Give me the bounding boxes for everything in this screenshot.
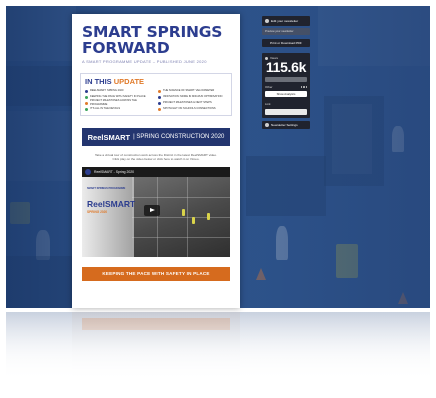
avatar (85, 168, 91, 175)
cta-button[interactable]: KEEPING THE PACE WITH SAFETY IN PLACE (82, 266, 230, 281)
views-count: 115.6k (265, 59, 307, 75)
show-analytics-button[interactable]: Show Analytics (265, 91, 307, 97)
more-icon[interactable] (300, 86, 307, 88)
banner-text: | SPRING CONSTRUCTION 2020 (133, 134, 225, 140)
toc-item-label: SPOTLIGHT ON SCHOOLS CONNECTIONS (163, 107, 216, 110)
newsletter-settings-label: Newsletter Settings (271, 123, 298, 127)
bullet-icon (158, 89, 161, 93)
video-sub: SPRING 2020 (87, 209, 108, 214)
bullet-icon (158, 101, 161, 105)
toc-item[interactable]: PROJECT MILESTONES & NEXT STEPS (158, 101, 227, 105)
toc-item-label: REELSMART: SPRING 2020 (90, 89, 124, 92)
newsletter-title-line1: SMART SPRINGS (82, 23, 223, 41)
link-label: Link (265, 102, 271, 106)
toc-item-label: INNOVATION: MORE IN MID-RUN OPTIMISATION (163, 95, 223, 98)
newsletter-subtitle: A SMART PROGRAMME UPDATE – PUBLISHED JUN… (82, 59, 207, 64)
toc-item[interactable]: THE SCIENCE OF SMART: VELOCIMETER (158, 89, 227, 93)
bullet-icon (85, 95, 88, 99)
video-header: ReelSMART - Spring 2020 (82, 166, 230, 177)
print-pdf-label: Print or Download PDF (270, 41, 302, 45)
preview-newsletter-label: Preview your newsletter (265, 30, 294, 33)
stats-box: Views 115.6k Other Show Analytics Link (262, 53, 310, 118)
toc-item-label: IT'S ALL IN THE DETAILS (90, 107, 121, 110)
print-pdf-button[interactable]: Print or Download PDF (262, 39, 310, 47)
newsletter-preview: SMART SPRINGS FORWARD A SMART PROGRAMME … (72, 14, 240, 308)
toc-heading-accent: UPDATE (113, 77, 145, 86)
link-row: Link (265, 102, 307, 106)
toc-item[interactable]: IT'S ALL IN THE DETAILS (85, 107, 154, 111)
edit-newsletter-button[interactable]: Edit your newsletter (262, 16, 310, 26)
toc-item[interactable]: SPOTLIGHT ON SCHOOLS CONNECTIONS (158, 107, 227, 111)
other-label: Other (265, 85, 273, 89)
views-bar (265, 77, 307, 82)
section-banner: ReelSMART | SPRING CONSTRUCTION 2020 (82, 128, 230, 146)
toc-item[interactable]: INNOVATION: MORE IN MID-RUN OPTIMISATION (158, 95, 227, 99)
toc-item-label: THE SCIENCE OF SMART: VELOCIMETER (163, 89, 215, 92)
cta-label: KEEPING THE PACE WITH SAFETY IN PLACE (102, 271, 210, 277)
bullet-icon (158, 107, 161, 111)
toc-item[interactable]: PROJECT MILESTONES ACROSS THE PROGRAMME (85, 99, 154, 106)
video-brand: SMART SPRINGS PROGRAMME (87, 186, 126, 190)
toc-item-label: PROJECT MILESTONES & NEXT STEPS (163, 101, 212, 104)
bullet-icon (85, 107, 88, 111)
newsletter-settings-button[interactable]: Newsletter Settings (262, 121, 310, 129)
intro-link[interactable]: Click play on the video below or click h… (84, 157, 228, 161)
pencil-icon (265, 19, 269, 23)
toc-heading-prefix: IN THIS (85, 77, 112, 86)
banner-logo: ReelSMART (87, 132, 131, 142)
gear-icon (265, 123, 269, 127)
preview-newsletter-button[interactable]: Preview your newsletter (262, 28, 310, 35)
bullet-icon (158, 95, 161, 99)
video-embed[interactable]: SMART SPRINGS PROGRAMME ReelSMART SPRING… (82, 166, 230, 257)
edit-newsletter-label: Edit your newsletter (271, 19, 299, 23)
video-title: ReelSMART - Spring 2020 (94, 169, 135, 174)
newsletter-tools-panel: Edit your newsletter Preview your newsle… (262, 16, 310, 129)
other-row: Other (265, 85, 307, 89)
video-thumbnail (132, 176, 230, 257)
newsletter-title-line2: FORWARD (82, 39, 170, 57)
table-of-contents: IN THIS UPDATE REELSMART: SPRING 2020 TH… (80, 73, 232, 116)
toc-item-label: PROJECT MILESTONES ACROSS THE PROGRAMME (90, 99, 137, 106)
toc-heading: IN THIS UPDATE (85, 77, 227, 86)
mirror-reflection (6, 312, 430, 384)
video-name: ReelSMART (87, 198, 136, 209)
play-icon[interactable] (144, 204, 160, 216)
bullet-icon (85, 101, 88, 105)
show-analytics-label: Show Analytics (276, 92, 296, 96)
newsletter-title: SMART SPRINGS FORWARD (72, 14, 240, 56)
intro-text: Take a virtual tour of construction work… (72, 146, 240, 162)
bullet-icon (85, 89, 88, 93)
toc-item[interactable]: REELSMART: SPRING 2020 (85, 89, 154, 93)
share-link-field[interactable] (265, 109, 307, 115)
